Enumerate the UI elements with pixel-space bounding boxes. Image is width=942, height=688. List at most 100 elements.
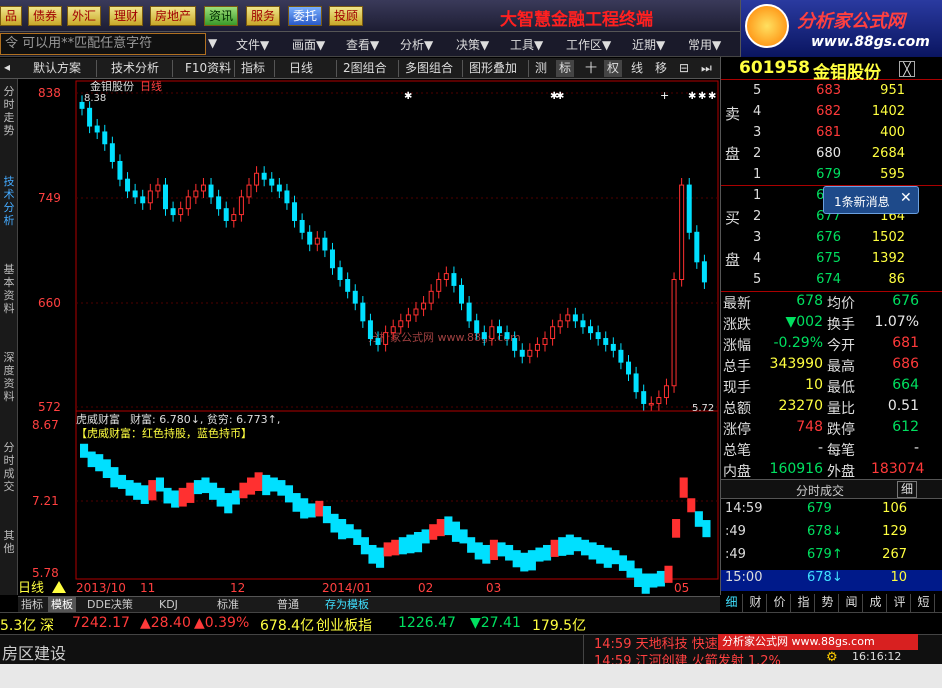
ask-level-3[interactable]: 3 681 400 (721, 125, 942, 146)
toolbar-window-icon[interactable]: ⊟ (676, 60, 692, 77)
toolbar-overlay[interactable]: 图形叠加 (466, 60, 520, 77)
toolbar-mark[interactable]: 标 (556, 60, 575, 77)
bid-level-3[interactable]: 3 676 1502 (721, 230, 942, 251)
tab-template[interactable]: 模板 (48, 597, 76, 613)
menu-file[interactable]: 文件▼ (236, 36, 269, 53)
tab-basic-info[interactable]: 基本资料 (1, 263, 17, 315)
nav-item-service[interactable]: 服务 (246, 6, 281, 26)
quote-tab[interactable]: 价 (769, 594, 791, 612)
event-marker-icon[interactable]: ✱ (708, 91, 716, 102)
bid-level-5[interactable]: 5 674 86 (721, 272, 942, 293)
quote-tab[interactable]: 指 (793, 594, 815, 612)
menu-screen[interactable]: 画面▼ (292, 36, 325, 53)
nav-item-news[interactable]: 资讯 (204, 6, 239, 26)
trade-row[interactable]: :49 678↓ 129 (721, 524, 942, 545)
menu-common[interactable]: 常用▼ (688, 36, 721, 53)
toolbar-move[interactable]: 移 (652, 60, 670, 77)
event-marker-icon[interactable]: ✱ (404, 91, 412, 102)
watermark-banner: 分析家公式网 www.88gs.com (718, 634, 918, 650)
indicator-band (679, 477, 688, 498)
indicator-band (611, 550, 620, 565)
tab-standard[interactable]: 标准 (214, 597, 242, 613)
indicator-band (102, 459, 111, 479)
stat-label: 换手 (827, 317, 855, 333)
trade-row[interactable]: 15:00 678↓ 10 (721, 570, 942, 591)
tab-intraday[interactable]: 分时走势 (1, 85, 17, 137)
menu-analysis[interactable]: 分析▼ (400, 36, 433, 53)
brand-banner[interactable]: 分析家公式网 www.88gs.com (740, 0, 942, 57)
menu-recent[interactable]: 近期▼ (632, 36, 665, 53)
quote-tab[interactable]: 势 (817, 594, 839, 612)
trade-row[interactable]: :49 679↑ 267 (721, 547, 942, 568)
toolbar-two-chart[interactable]: 2图组合 (340, 60, 390, 77)
tab-other[interactable]: 其他 (1, 529, 17, 555)
event-marker-icon[interactable]: ✱ (556, 91, 564, 102)
nav-item-forex[interactable]: 外汇 (67, 6, 102, 26)
toolbar-technical-analysis[interactable]: 技术分析 (108, 60, 162, 77)
nav-item-advisor[interactable]: 投顾 (329, 6, 364, 26)
close-icon[interactable]: ╳ (899, 61, 915, 77)
quote-tab[interactable]: 财 (745, 594, 767, 612)
tab-tick-trades[interactable]: 分时成交 (1, 441, 17, 493)
quote-tab[interactable]: 细 (721, 594, 743, 612)
menu-workspace[interactable]: 工作区▼ (566, 36, 611, 53)
nav-item-product[interactable]: 品 (0, 6, 23, 26)
kline-chart-area[interactable]: 838 749 660 572 8.67 7.21 5.78 金钼股份 日线 8… (18, 79, 720, 595)
menu-view[interactable]: 查看▼ (346, 36, 379, 53)
command-dropdown-icon[interactable]: ▼ (208, 36, 217, 50)
nav-item-entrust[interactable]: 委托 (288, 6, 323, 26)
event-marker-icon[interactable]: ✱ (698, 91, 706, 102)
period-badge[interactable]: 日线 (18, 581, 44, 595)
quote-tab[interactable]: 闻 (841, 594, 863, 612)
nav-item-bonds[interactable]: 债券 (28, 6, 63, 26)
event-plus-icon[interactable]: + (660, 89, 669, 102)
trade-row[interactable]: 14:59 679 106 (721, 501, 942, 522)
gear-icon[interactable]: ⚙ (826, 650, 838, 665)
tab-save-template[interactable]: 存为模板 (322, 597, 372, 613)
tab-indicator[interactable]: 指标 (18, 597, 46, 613)
nav-item-finance[interactable]: 理财 (109, 6, 144, 26)
period-triangle-icon[interactable] (52, 581, 66, 593)
menu-decision[interactable]: 决策▼ (456, 36, 489, 53)
toolbar-line[interactable]: 线 (628, 60, 646, 77)
candle-body (193, 190, 199, 198)
close-icon[interactable]: ✕ (900, 190, 912, 206)
candle-body (162, 184, 168, 210)
tick-detail-button[interactable]: 细 (897, 481, 917, 498)
candle-body (580, 320, 586, 328)
stat-value: - (913, 440, 919, 456)
tab-normal[interactable]: 普通 (274, 597, 302, 613)
tab-dde[interactable]: DDE决策 (84, 597, 136, 613)
toolbar-f10[interactable]: F10资料 (182, 60, 234, 77)
ask-level-5[interactable]: 5 683 951 (721, 83, 942, 104)
bid-level-4[interactable]: 4 675 1392 (721, 251, 942, 272)
kline-chart-svg[interactable]: 838 749 660 572 8.67 7.21 5.78 金钼股份 日线 8… (18, 79, 720, 595)
ask-level-4[interactable]: 4 682 1402 (721, 104, 942, 125)
menu-tools[interactable]: 工具▼ (510, 36, 543, 53)
quote-tab[interactable]: 短 (913, 594, 935, 612)
tab-deep-info[interactable]: 深度资料 (1, 351, 17, 403)
index-ticker: 5.3亿深 7242.17 ▲28.40 ▲0.39% 678.4亿 创业板指 1226.4… (0, 612, 942, 634)
event-marker-icon[interactable]: ✱ (688, 91, 696, 102)
command-input[interactable]: 令 可以用**匹配任意字符 (0, 33, 206, 55)
toolbar-indicator[interactable]: 指标 (238, 60, 268, 77)
stat-label: 现手 (723, 380, 751, 396)
new-message-toast[interactable]: 1条新消息 ✕ (823, 186, 919, 214)
toolbar-daily[interactable]: 日线 (286, 60, 316, 77)
toolbar-crosshair[interactable]: 十 (582, 60, 600, 77)
toolbar-multi-chart[interactable]: 多图组合 (402, 60, 456, 77)
tab-kdj[interactable]: KDJ (156, 597, 181, 613)
quote-tab[interactable]: 成 (865, 594, 887, 612)
tab-technical[interactable]: 技术分析 (1, 175, 17, 227)
quote-tab[interactable]: 评 (889, 594, 911, 612)
toolbar-rights[interactable]: 权 (604, 60, 623, 77)
toolbar-default-scheme[interactable]: 默认方案 (30, 60, 84, 77)
ask-level-2[interactable]: 2 680 2684 (721, 146, 942, 167)
stat-row: 总笔 - 每笔 - (721, 440, 942, 461)
nav-item-realestate[interactable]: 房地产 (150, 6, 197, 26)
toolbar-end-icon[interactable]: ⏭ (698, 60, 715, 77)
candle-body (466, 302, 472, 322)
toolbar-measure[interactable]: 测 (532, 60, 550, 77)
level-number: 3 (753, 125, 762, 140)
scroll-left-icon[interactable]: ◂ (4, 60, 10, 74)
